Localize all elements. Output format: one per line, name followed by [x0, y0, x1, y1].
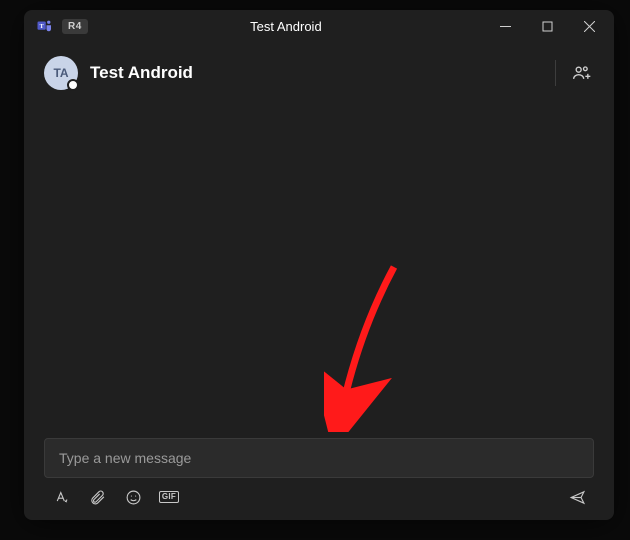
avatar-initials: TA: [53, 66, 68, 80]
teams-icon: T: [36, 17, 54, 35]
send-button[interactable]: [568, 488, 586, 506]
attach-button[interactable]: [88, 488, 106, 506]
badge: R4: [62, 19, 88, 34]
chat-name: Test Android: [90, 63, 555, 83]
emoji-button[interactable]: [124, 488, 142, 506]
add-people-button[interactable]: [570, 61, 594, 85]
gif-label: GIF: [159, 491, 179, 503]
presence-indicator: [67, 79, 79, 91]
maximize-button[interactable]: [526, 10, 568, 42]
arrow-annotation-icon: [324, 262, 414, 432]
format-button[interactable]: [52, 488, 70, 506]
header-actions: [555, 60, 594, 86]
conversation-area: [24, 102, 614, 438]
composer-toolbar: GIF: [44, 478, 594, 506]
divider: [555, 60, 556, 86]
gif-button[interactable]: GIF: [160, 488, 178, 506]
svg-text:T: T: [40, 24, 44, 30]
chat-header: TA Test Android: [24, 42, 614, 102]
window-controls: [484, 10, 610, 42]
close-button[interactable]: [568, 10, 610, 42]
message-input[interactable]: [44, 438, 594, 478]
window-title: Test Android: [88, 19, 484, 34]
minimize-button[interactable]: [484, 10, 526, 42]
titlebar: T R4 Test Android: [24, 10, 614, 42]
composer: GIF: [24, 438, 614, 520]
avatar[interactable]: TA: [44, 56, 78, 90]
chat-window: T R4 Test Android TA Test Android: [24, 10, 614, 520]
